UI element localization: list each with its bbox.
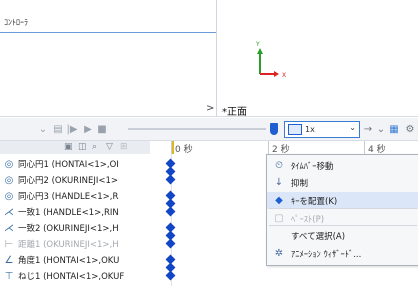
keyframe-diamond[interactable]	[165, 262, 176, 273]
calculate-icon[interactable]: ▤	[52, 122, 64, 136]
view-triad: Y X	[255, 41, 286, 79]
timebar-playhead[interactable]	[172, 141, 174, 154]
animation-toolbar: ⌄ ▤ |▶ ▶ ■ 1x ⌄ → ⌄ ▦ ⚙	[0, 118, 418, 141]
controller-panel: ｺﾝﾄﾛｰﾗ	[0, 0, 217, 116]
panel-divider	[0, 32, 216, 33]
context-menu-item-label: 抑制	[291, 178, 309, 189]
tree-item[interactable]: ⋌ 一致1 (HANDLE<1>,RIN	[0, 204, 150, 220]
angle-mate-icon: ∠	[4, 254, 14, 266]
context-menu-item-label: ｷｰを配置(K)	[291, 196, 338, 207]
show-icon[interactable]: ◫	[78, 142, 87, 152]
concentric-mate-icon: ◎	[4, 174, 14, 186]
context-menu-item[interactable]: すべて選択(A)	[267, 227, 418, 244]
tree-item-label: 一致1 (HANDLE<1>,RIN	[18, 208, 119, 218]
context-menu-item-label: ﾍﾟｰｽﾄ(P)	[291, 214, 325, 225]
tree-item[interactable]: ⊤ ねじ1 (HONTAI<1>,OKUF	[0, 268, 150, 284]
context-menu-item[interactable]: ↓ 抑制	[267, 174, 418, 191]
arrow-right-icon[interactable]: →	[362, 122, 374, 136]
tree-item-label: 同心円2 (OKURINEJI<1>	[18, 176, 118, 186]
concentric-mate-icon: ◎	[4, 190, 14, 202]
context-menu-item-label: ｱﾆﾒｰｼｮﾝ ｳｨｻﾞｰﾄﾞ...	[291, 249, 362, 260]
animation-wizard-icon: ✲	[274, 248, 284, 259]
context-menu-item[interactable]: ⏲ ﾀｲﾑﾊﾞｰ移動	[267, 157, 418, 174]
tree-item-label: 角度1 (HONTAI<1>,OKU	[18, 256, 120, 266]
menu-separator	[269, 208, 417, 209]
panel-separator	[0, 116, 418, 117]
panel-title: ｺﾝﾄﾛｰﾗ	[4, 18, 28, 27]
tree-item[interactable]: ◎ 同心円2 (OKURINEJI<1>	[0, 172, 150, 188]
tree-item-label: 距離1 (OKURINEJI<1>,H	[18, 240, 119, 250]
collapse-arrow-icon[interactable]: >	[206, 103, 214, 114]
tree-item-label: ねじ1 (HONTAI<1>,OKUF	[18, 272, 125, 282]
play-icon[interactable]: ▶	[82, 122, 94, 136]
playback-slider[interactable]	[128, 128, 266, 130]
timeline-header: 0 秒 2 秒 4 秒	[150, 141, 418, 155]
coincident-mate-icon: ⋌	[4, 206, 14, 218]
tree-header: ▣ ◫ ⌕ ▽ ⊞	[0, 141, 150, 155]
dropdown-arrow-icon[interactable]: ⌄	[376, 122, 386, 136]
funnel-icon[interactable]: ▽	[106, 142, 113, 152]
tree-item-label: 同心円1 (HONTAI<1>,OI	[18, 160, 119, 170]
tree-item[interactable]: ◎ 同心円1 (HONTAI<1>,OI	[0, 156, 150, 172]
suppress-icon: ↓	[274, 177, 284, 188]
keyframe-diamond[interactable]	[165, 198, 176, 209]
context-menu-item-label: ﾀｲﾑﾊﾞｰ移動	[291, 161, 334, 172]
distance-mate-icon: ⊢	[4, 238, 14, 250]
screw-mate-icon: ⊤	[4, 270, 14, 282]
chevron-down-icon: ⌄	[349, 123, 356, 132]
tree-item[interactable]: ◎ 同心円3 (HANDLE<1>,R	[0, 188, 150, 204]
context-menu-item-label: すべて選択(A)	[291, 231, 346, 242]
playback-speed-select[interactable]: 1x ⌄	[284, 121, 360, 138]
paste-icon: ▢	[274, 213, 284, 224]
motion-study-tree: ◎ 同心円1 (HONTAI<1>,OI ◎ 同心円2 (OKURINEJI<1> ◎ 同…	[0, 154, 151, 286]
play-from-start-icon[interactable]: |▶	[66, 122, 78, 136]
collapse-dropdown-icon[interactable]: ⌄	[38, 122, 48, 136]
filter-icon[interactable]: ▣	[64, 142, 73, 152]
y-axis-label: Y	[255, 41, 260, 48]
stop-icon[interactable]: ■	[96, 122, 108, 136]
animation-wizard-toolbar-icon[interactable]: ⚙	[404, 122, 416, 136]
tree-item[interactable]: ∠ 角度1 (HONTAI<1>,OKU	[0, 252, 150, 268]
context-menu-item[interactable]: ✲ ｱﾆﾒｰｼｮﾝ ｳｨｻﾞｰﾄﾞ...	[267, 245, 418, 262]
tree-item[interactable]: ⊢ 距離1 (OKURINEJI<1>,H	[0, 236, 150, 252]
playback-speed-value: 1x	[305, 125, 315, 134]
move-timebar-icon: ⏲	[275, 160, 283, 171]
tree-item[interactable]: ⋌ 一致2 (OKURINEJI<1>,H	[0, 220, 150, 236]
save-animation-icon[interactable]: ▦	[388, 122, 400, 136]
tree-item-label: 同心円3 (HANDLE<1>,R	[18, 192, 119, 202]
coincident-mate-icon: ⋌	[4, 222, 14, 234]
place-key-icon: ◆	[275, 195, 283, 206]
keyframe-diamond[interactable]	[165, 166, 176, 177]
menu-separator	[269, 225, 417, 226]
x-axis-label: X	[282, 72, 286, 79]
playback-slider-thumb[interactable]	[270, 123, 278, 135]
speed-swatch-icon	[288, 124, 302, 135]
search-icon[interactable]: ⌕	[92, 142, 97, 152]
context-menu-item[interactable]: ◆ ｷｰを配置(K)	[267, 192, 418, 209]
context-menu: ⏲ ﾀｲﾑﾊﾞｰ移動 ↓ 抑制 ◆ ｷｰを配置(K) ▢ ﾍﾟｰｽﾄ(P) すべて選択(A) ✲ ｱ…	[266, 154, 418, 266]
concentric-mate-icon: ◎	[4, 158, 14, 170]
zoom-icon[interactable]: ⊞	[120, 142, 128, 152]
keyframe-diamond[interactable]	[165, 230, 176, 241]
tree-item-label: 一致2 (OKURINEJI<1>,H	[18, 224, 119, 234]
